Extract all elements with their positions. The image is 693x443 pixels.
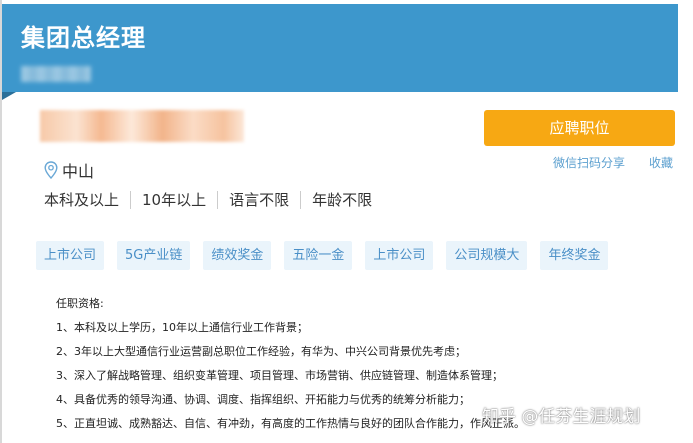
benefit-tag: 年终奖金 — [540, 241, 609, 270]
description-item: 3、深入了解战略管理、组织变革管理、项目管理、市场营销、供应链管理、制造体系管理… — [56, 369, 503, 382]
job-title: 集团总经理 — [21, 24, 146, 52]
divider — [300, 190, 302, 209]
benefit-tag: 绩效奖金 — [203, 241, 272, 270]
benefit-tag: 公司规模大 — [446, 241, 528, 270]
age-requirement: 年龄不限 — [312, 191, 373, 209]
job-location: 中山 — [44, 158, 94, 182]
job-header: 集团总经理 — [2, 4, 678, 92]
education-requirement: 本科及以上 — [44, 191, 120, 209]
header-ribbon-fold — [2, 92, 16, 100]
blurred-company-name — [40, 110, 244, 142]
benefit-tag: 五险一金 — [284, 241, 353, 270]
apply-job-button[interactable]: 应聘职位 — [484, 110, 675, 146]
wechat-share-link[interactable]: 微信扫码分享 — [553, 154, 625, 171]
blurred-subtitle — [21, 66, 91, 82]
benefit-tag: 上市公司 — [365, 241, 434, 270]
benefit-tag: 上市公司 — [36, 241, 105, 270]
benefit-tags: 上市公司 5G产业链 绩效奖金 五险一金 上市公司 公司规模大 年终奖金 — [36, 241, 621, 270]
job-requirements: 本科及以上 10年以上 语言不限 年龄不限 — [44, 189, 372, 210]
divider — [217, 190, 219, 209]
description-item: 2、3年以上大型通信行业运营副总职位工作经验，有华为、中兴公司背景优先考虑； — [56, 345, 466, 358]
favorite-link[interactable]: 收藏 — [649, 154, 673, 171]
language-requirement: 语言不限 — [229, 191, 290, 209]
description-heading: 任职资格: — [56, 297, 104, 310]
experience-requirement: 10年以上 — [142, 191, 207, 209]
location-city: 中山 — [62, 162, 95, 181]
description-item: 5、正直坦诚、成熟豁达、自信、有冲劲，有高度的工作热情与良好的团队合作能力，作风… — [56, 417, 525, 430]
description-item: 1、本科及以上学历，10年以上通信行业工作背景； — [56, 321, 308, 334]
divider — [130, 190, 132, 209]
zhihu-watermark: 知乎 @任芬生涯规划 — [482, 407, 641, 427]
job-description: 任职资格: 1、本科及以上学历，10年以上通信行业工作背景； 2、3年以上大型通… — [56, 292, 525, 436]
map-pin-icon — [44, 161, 58, 179]
benefit-tag: 5G产业链 — [117, 241, 191, 270]
description-item: 4、具备优秀的领导沟通、协调、调度、指挥组织、开拓能力与优秀的统筹分析能力； — [56, 393, 470, 406]
